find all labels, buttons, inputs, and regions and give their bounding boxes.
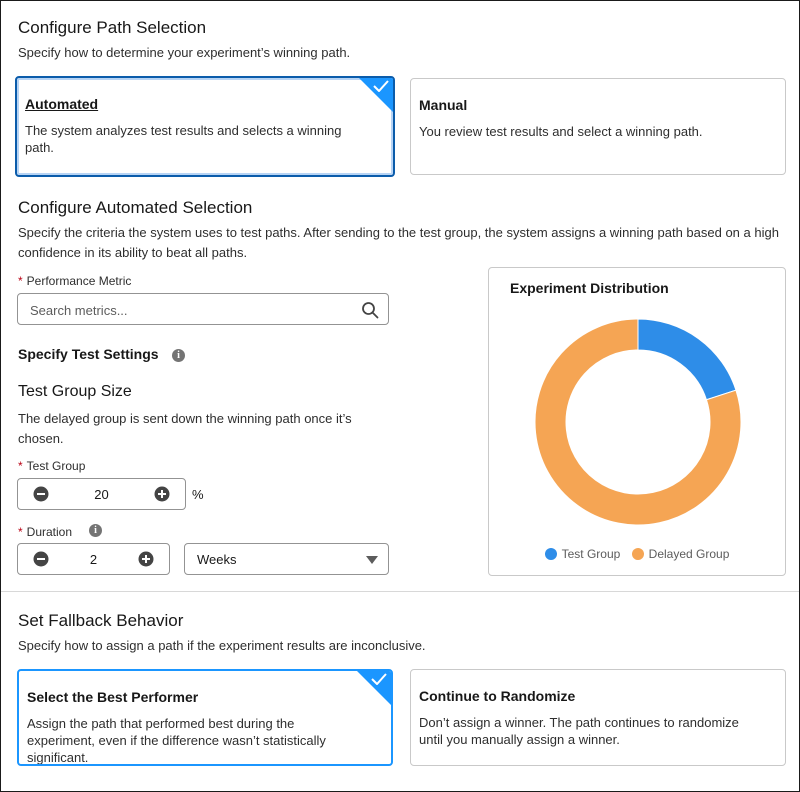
manual-option-body: You review test results and select a win… — [419, 124, 703, 139]
legend-swatch — [631, 548, 644, 560]
best-performer-option-card[interactable]: Select the Best Performer Assign the pat… — [17, 669, 393, 766]
performance-metric-search[interactable] — [17, 293, 389, 325]
randomize-body: Don’t assign a winner. The path continue… — [419, 715, 739, 747]
chart-title: Experiment Distribution — [510, 280, 669, 296]
manual-option-title: Manual — [419, 97, 468, 113]
test-settings-title: Specify Test Settings — [18, 346, 159, 362]
fallback-description: Specify how to assign a path if the expe… — [18, 638, 426, 653]
chevron-down-icon — [366, 556, 378, 564]
test-group-size-title: Test Group Size — [18, 383, 132, 400]
randomize-title: Continue to Randomize — [419, 688, 576, 704]
test-group-label: * Test Group — [18, 459, 86, 473]
path-selection-description: Specify how to determine your experiment… — [18, 45, 351, 60]
section-divider — [1, 591, 799, 592]
decrement-icon[interactable] — [33, 486, 49, 502]
search-metrics-input[interactable] — [28, 300, 352, 320]
legend-item-test-group[interactable]: Test Group — [544, 547, 620, 561]
increment-icon[interactable] — [138, 551, 154, 567]
legend-swatch — [544, 548, 557, 560]
test-group-value[interactable]: 20 — [48, 487, 155, 502]
chart-legend: Test Group Delayed Group — [489, 547, 785, 561]
required-marker: * — [18, 525, 23, 539]
donut-slice-test-group[interactable] — [637, 318, 737, 401]
randomize-option-card[interactable]: Continue to Randomize Don’t assign a win… — [410, 669, 786, 766]
test-group-stepper[interactable]: 20 — [17, 478, 186, 510]
duration-value[interactable]: 2 — [48, 552, 139, 567]
checkmark-icon — [373, 80, 389, 92]
automated-selection-description: Specify the criteria the system uses to … — [18, 225, 779, 260]
search-icon[interactable] — [361, 301, 379, 319]
info-icon[interactable]: i — [89, 524, 102, 537]
best-performer-body: Assign the path that performed best duri… — [27, 716, 326, 765]
performance-metric-label: * Performance Metric — [18, 274, 132, 288]
experiment-config-panel: Configure Path Selection Specify how to … — [0, 0, 800, 792]
donut-chart — [534, 318, 742, 526]
test-group-size-description: The delayed group is sent down the winni… — [18, 411, 352, 446]
duration-label: * Duration — [18, 525, 73, 539]
automated-selection-title: Configure Automated Selection — [18, 198, 253, 217]
path-selection-title: Configure Path Selection — [18, 18, 207, 37]
percent-unit: % — [192, 487, 204, 502]
required-marker: * — [18, 274, 23, 288]
legend-item-delayed-group[interactable]: Delayed Group — [631, 547, 729, 561]
decrement-icon[interactable] — [33, 551, 49, 567]
automated-option-card[interactable]: Automated The system analyzes test resul… — [15, 76, 395, 177]
fallback-title: Set Fallback Behavior — [18, 611, 184, 630]
duration-unit-select[interactable]: Weeks — [184, 543, 389, 575]
automated-option-title: Automated — [25, 96, 99, 112]
manual-option-card[interactable]: Manual You review test results and selec… — [410, 78, 786, 175]
experiment-distribution-panel: Experiment Distribution Test Group Delay… — [488, 267, 786, 576]
info-icon[interactable]: i — [172, 349, 185, 362]
duration-unit-value: Weeks — [197, 552, 237, 567]
automated-option-body: The system analyzes test results and sel… — [25, 123, 342, 155]
checkmark-icon — [371, 673, 387, 685]
best-performer-title: Select the Best Performer — [27, 689, 199, 705]
duration-stepper[interactable]: 2 — [17, 543, 170, 575]
increment-icon[interactable] — [154, 486, 170, 502]
required-marker: * — [18, 459, 23, 473]
